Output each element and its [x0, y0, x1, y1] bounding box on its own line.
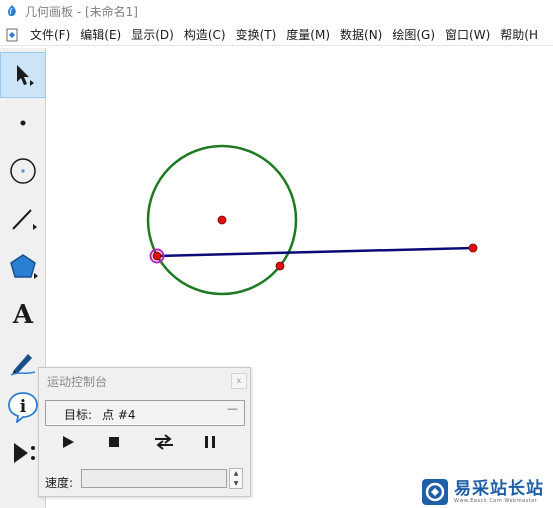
stop-button[interactable]: [103, 432, 125, 452]
text-a-icon: A: [12, 300, 34, 330]
speed-label: 速度:: [45, 476, 74, 490]
segment-start-point[interactable]: [152, 251, 162, 261]
target-label: 目标:: [64, 408, 93, 422]
menu-edit[interactable]: 编辑(E): [75, 24, 126, 46]
segment-end-point[interactable]: [468, 243, 478, 253]
point-on-circle[interactable]: [275, 261, 285, 271]
menu-data[interactable]: 数据(N): [335, 24, 387, 46]
document-icon[interactable]: [5, 28, 19, 42]
title-bar: 几何画板 - [未命名1]: [0, 0, 553, 22]
reverse-arrows-icon: [155, 434, 173, 450]
app-logo-icon: [8, 5, 16, 17]
pause-button[interactable]: [199, 432, 221, 452]
target-selector[interactable]: 目标: 点 #4 —: [45, 400, 245, 426]
compass-tool[interactable]: [0, 148, 46, 194]
text-tool[interactable]: A: [0, 292, 46, 338]
menu-window[interactable]: 窗口(W): [440, 24, 495, 46]
straightedge-tool[interactable]: [0, 196, 46, 242]
menu-construct[interactable]: 构造(C): [179, 24, 231, 46]
pen-icon: [10, 354, 36, 376]
menu-display[interactable]: 显示(D): [126, 24, 179, 46]
pause-icon: [205, 436, 215, 448]
speed-input[interactable]: [81, 469, 227, 488]
menu-transform[interactable]: 变换(T): [231, 24, 282, 46]
watermark: 易采站长站 Www.Easck.Com Webmaster: [418, 476, 553, 508]
arrow-select-tool[interactable]: [0, 52, 46, 98]
point-tool[interactable]: [0, 100, 46, 146]
watermark-subtext: Www.Easck.Com Webmaster: [454, 497, 538, 504]
pentagon-icon: [10, 254, 38, 279]
spin-up-icon[interactable]: ▲: [230, 469, 242, 479]
line-segment[interactable]: [156, 246, 474, 258]
close-icon: x: [236, 376, 242, 385]
menu-graph[interactable]: 绘图(G): [387, 24, 440, 46]
menu-help[interactable]: 帮助(H: [495, 24, 543, 46]
target-value: 点 #4: [102, 408, 136, 422]
panel-title: 运动控制台: [47, 375, 108, 389]
custom-tool-icon: [14, 443, 35, 463]
menu-measure[interactable]: 度量(M): [281, 24, 335, 46]
motion-controller-panel: 运动控制台 x 目标: 点 #4 — 速度: ▲ ▼: [38, 367, 251, 497]
menu-file[interactable]: 文件(F): [25, 24, 75, 46]
point-icon: [20, 120, 26, 126]
menu-bar: 文件(F) 编辑(E) 显示(D) 构造(C) 变换(T) 度量(M) 数据(N…: [0, 24, 553, 46]
polygon-tool[interactable]: [0, 244, 46, 290]
arrow-icon: [17, 65, 34, 86]
stop-icon: [109, 437, 119, 447]
center-point[interactable]: [217, 215, 227, 225]
play-icon: [63, 436, 74, 448]
dropdown-icon[interactable]: —: [227, 402, 238, 415]
close-button[interactable]: x: [231, 373, 247, 389]
svg-text:i: i: [20, 397, 27, 417]
spin-down-icon[interactable]: ▼: [230, 479, 242, 489]
line-segment-icon: [12, 209, 37, 230]
watermark-text: 易采站长站: [454, 478, 544, 499]
window-title: 几何画板 - [未命名1]: [25, 4, 138, 19]
circle-icon: [10, 158, 36, 184]
info-icon: i: [8, 392, 38, 423]
speed-stepper[interactable]: ▲ ▼: [229, 468, 243, 489]
watermark-logo-icon: [422, 479, 448, 505]
reverse-button[interactable]: [153, 432, 175, 452]
play-button[interactable]: [57, 432, 79, 452]
